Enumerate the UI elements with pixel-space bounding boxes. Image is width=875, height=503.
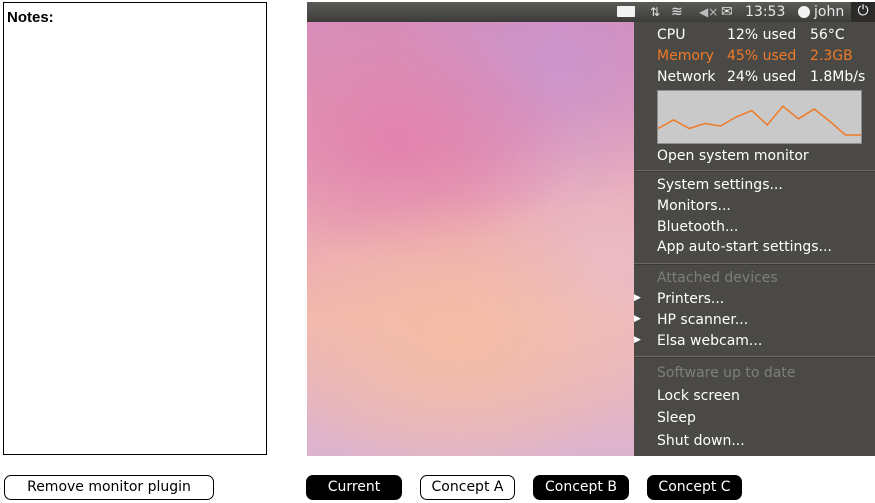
notes-title: Notes: xyxy=(7,9,54,26)
menu-separator xyxy=(634,170,875,172)
menu-item-elsa-webcam[interactable]: Elsa webcam... xyxy=(657,332,762,350)
menu-item-printers[interactable]: Printers... xyxy=(657,290,724,308)
stat-cpu-label: CPU xyxy=(657,27,686,43)
concept-b-button[interactable]: Concept B xyxy=(533,475,629,500)
user-icon[interactable] xyxy=(798,6,810,18)
stat-memory-value: 45% used xyxy=(727,48,797,64)
current-button[interactable]: Current xyxy=(306,475,402,500)
mail-icon[interactable]: ✉ xyxy=(721,3,733,21)
top-panel: ⇅ ≋ ◀× ✉ 13:53 john ⏻ xyxy=(307,2,875,22)
stat-cpu-extra: 56°C xyxy=(810,27,845,43)
memory-graph-svg xyxy=(657,105,861,136)
notes-panel[interactable]: Notes: xyxy=(3,2,267,455)
menu-item-app-autostart[interactable]: App auto-start settings... xyxy=(657,238,832,256)
power-icon[interactable]: ⏻ xyxy=(851,2,875,22)
stat-cpu-value: 12% used xyxy=(727,27,797,43)
clock[interactable]: 13:53 xyxy=(745,3,785,21)
submenu-arrow-icon: ▶ xyxy=(634,314,641,324)
remove-monitor-plugin-button[interactable]: Remove monitor plugin xyxy=(4,475,214,500)
battery-icon[interactable] xyxy=(617,6,635,17)
menu-item-hp-scanner[interactable]: HP scanner... xyxy=(657,311,748,329)
concept-c-button[interactable]: Concept C xyxy=(647,475,742,500)
open-system-monitor-item[interactable]: Open system monitor xyxy=(657,147,809,165)
stat-network-value: 24% used xyxy=(727,69,797,85)
network-icon[interactable]: ⇅ xyxy=(650,3,660,21)
stat-memory-extra: 2.3GB xyxy=(810,48,853,64)
stat-network-label: Network xyxy=(657,69,716,85)
stat-network-extra: 1.8Mb/s xyxy=(810,69,866,85)
menu-item-lock-screen[interactable]: Lock screen xyxy=(657,387,740,405)
menu-separator xyxy=(634,356,875,358)
attached-devices-header: Attached devices xyxy=(657,270,778,286)
menu-item-bluetooth[interactable]: Bluetooth... xyxy=(657,218,738,236)
memory-usage-graph xyxy=(657,90,862,144)
user-name[interactable]: john xyxy=(814,3,844,21)
stat-memory-label: Memory xyxy=(657,48,714,64)
submenu-arrow-icon: ▶ xyxy=(634,293,641,303)
volume-muted-icon[interactable]: ◀× xyxy=(699,3,718,21)
menu-item-monitors[interactable]: Monitors... xyxy=(657,197,731,215)
concept-a-button[interactable]: Concept A xyxy=(420,475,515,500)
system-menu: CPU 12% used 56°C Memory 45% used 2.3GB … xyxy=(634,22,875,456)
software-status: Software up to date xyxy=(657,365,796,381)
desktop-screenshot: ⇅ ≋ ◀× ✉ 13:53 john ⏻ CPU 12% used 56°C … xyxy=(307,2,875,456)
menu-item-shut-down[interactable]: Shut down... xyxy=(657,432,745,450)
menu-item-system-settings[interactable]: System settings... xyxy=(657,176,783,194)
submenu-arrow-icon: ▶ xyxy=(634,335,641,345)
menu-separator xyxy=(634,263,875,265)
wifi-icon[interactable]: ≋ xyxy=(671,3,683,21)
menu-item-sleep[interactable]: Sleep xyxy=(657,409,696,427)
memory-graph-line xyxy=(657,105,861,136)
